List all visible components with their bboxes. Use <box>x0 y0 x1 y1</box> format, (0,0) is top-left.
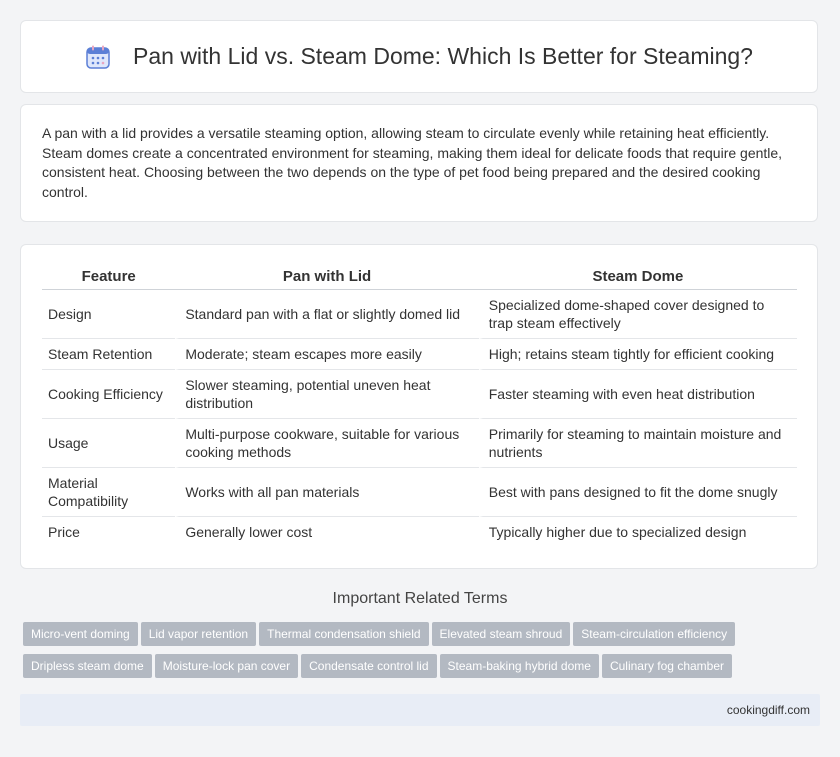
page-title-text: Pan with Lid vs. Steam Dome: Which Is Be… <box>133 43 753 69</box>
related-term-tag[interactable]: Moisture-lock pan cover <box>154 654 299 678</box>
header-feature: Feature <box>42 265 176 290</box>
table-row: Steam Retention Moderate; steam escapes … <box>42 339 797 370</box>
related-term-tag[interactable]: Micro-vent doming <box>23 622 138 646</box>
table-row: Design Standard pan with a flat or sligh… <box>42 290 797 339</box>
dome-cell: Faster steaming with even heat distribut… <box>478 370 797 419</box>
feature-cell: Material Compatibility <box>42 468 176 517</box>
footer: cookingdiff.com <box>20 694 820 726</box>
related-term-tag[interactable]: Dripless steam dome <box>23 654 152 678</box>
header-pan-with-lid: Pan with Lid <box>175 265 479 290</box>
pan-cell: Moderate; steam escapes more easily <box>175 339 479 370</box>
related-term-tag[interactable]: Condensate control lid <box>301 654 437 678</box>
dome-cell: High; retains steam tightly for efficien… <box>478 339 797 370</box>
pan-cell: Standard pan with a flat or slightly dom… <box>175 290 479 339</box>
feature-cell: Cooking Efficiency <box>42 370 176 419</box>
feature-cell: Steam Retention <box>42 339 176 370</box>
title-card: Pan with Lid vs. Steam Dome: Which Is Be… <box>20 20 818 93</box>
page-title: Pan with Lid vs. Steam Dome: Which Is Be… <box>85 43 753 70</box>
comparison-table: Feature Pan with Lid Steam Dome Design S… <box>42 265 797 547</box>
pan-cell: Slower steaming, potential uneven heat d… <box>175 370 479 419</box>
feature-cell: Price <box>48 524 80 540</box>
table-row: Usage Multi-purpose cookware, suitable f… <box>42 419 797 468</box>
header-steam-dome: Steam Dome <box>478 265 797 290</box>
dome-cell: Specialized dome-shaped cover designed t… <box>478 290 797 339</box>
related-term-tag[interactable]: Steam-circulation efficiency <box>573 622 736 646</box>
table-row: Cooking Efficiency Slower steaming, pote… <box>42 370 797 419</box>
pan-cell: Generally lower cost <box>175 517 478 547</box>
pan-cell: Works with all pan materials <box>175 468 479 517</box>
comparison-card: Feature Pan with Lid Steam Dome Design S… <box>20 244 818 569</box>
related-terms-title: Important Related Terms <box>332 590 508 607</box>
related-terms-tags: Micro-vent doming Lid vapor retention Ther… <box>23 622 823 686</box>
feature-cell: Design <box>42 290 176 339</box>
calendar-icon <box>86 45 110 69</box>
table-row: Material Compatibility Works with all pa… <box>42 468 797 517</box>
feature-cell: Usage <box>42 419 176 468</box>
related-term-tag[interactable]: Elevated steam shroud <box>431 622 571 646</box>
footer-site-link[interactable]: cookingdiff.com <box>727 703 810 717</box>
related-term-tag[interactable]: Culinary fog chamber <box>601 654 733 678</box>
pan-cell: Multi-purpose cookware, suitable for var… <box>175 419 479 468</box>
dome-cell: Typically higher due to specialized desi… <box>478 517 797 547</box>
dome-cell: Primarily for steaming to maintain moist… <box>478 419 797 468</box>
related-term-tag[interactable]: Lid vapor retention <box>140 622 257 646</box>
intro-card: A pan with a lid provides a versatile st… <box>20 104 818 222</box>
related-term-tag[interactable]: Thermal condensation shield <box>259 622 429 646</box>
dome-cell: Best with pans designed to fit the dome … <box>478 468 797 517</box>
table-header-row: Feature Pan with Lid Steam Dome <box>42 265 797 290</box>
related-term-tag[interactable]: Steam-baking hybrid dome <box>439 654 599 678</box>
table-row: Price Generally lower cost Typically hig… <box>42 517 797 547</box>
intro-paragraph: A pan with a lid provides a versatile st… <box>42 125 783 200</box>
